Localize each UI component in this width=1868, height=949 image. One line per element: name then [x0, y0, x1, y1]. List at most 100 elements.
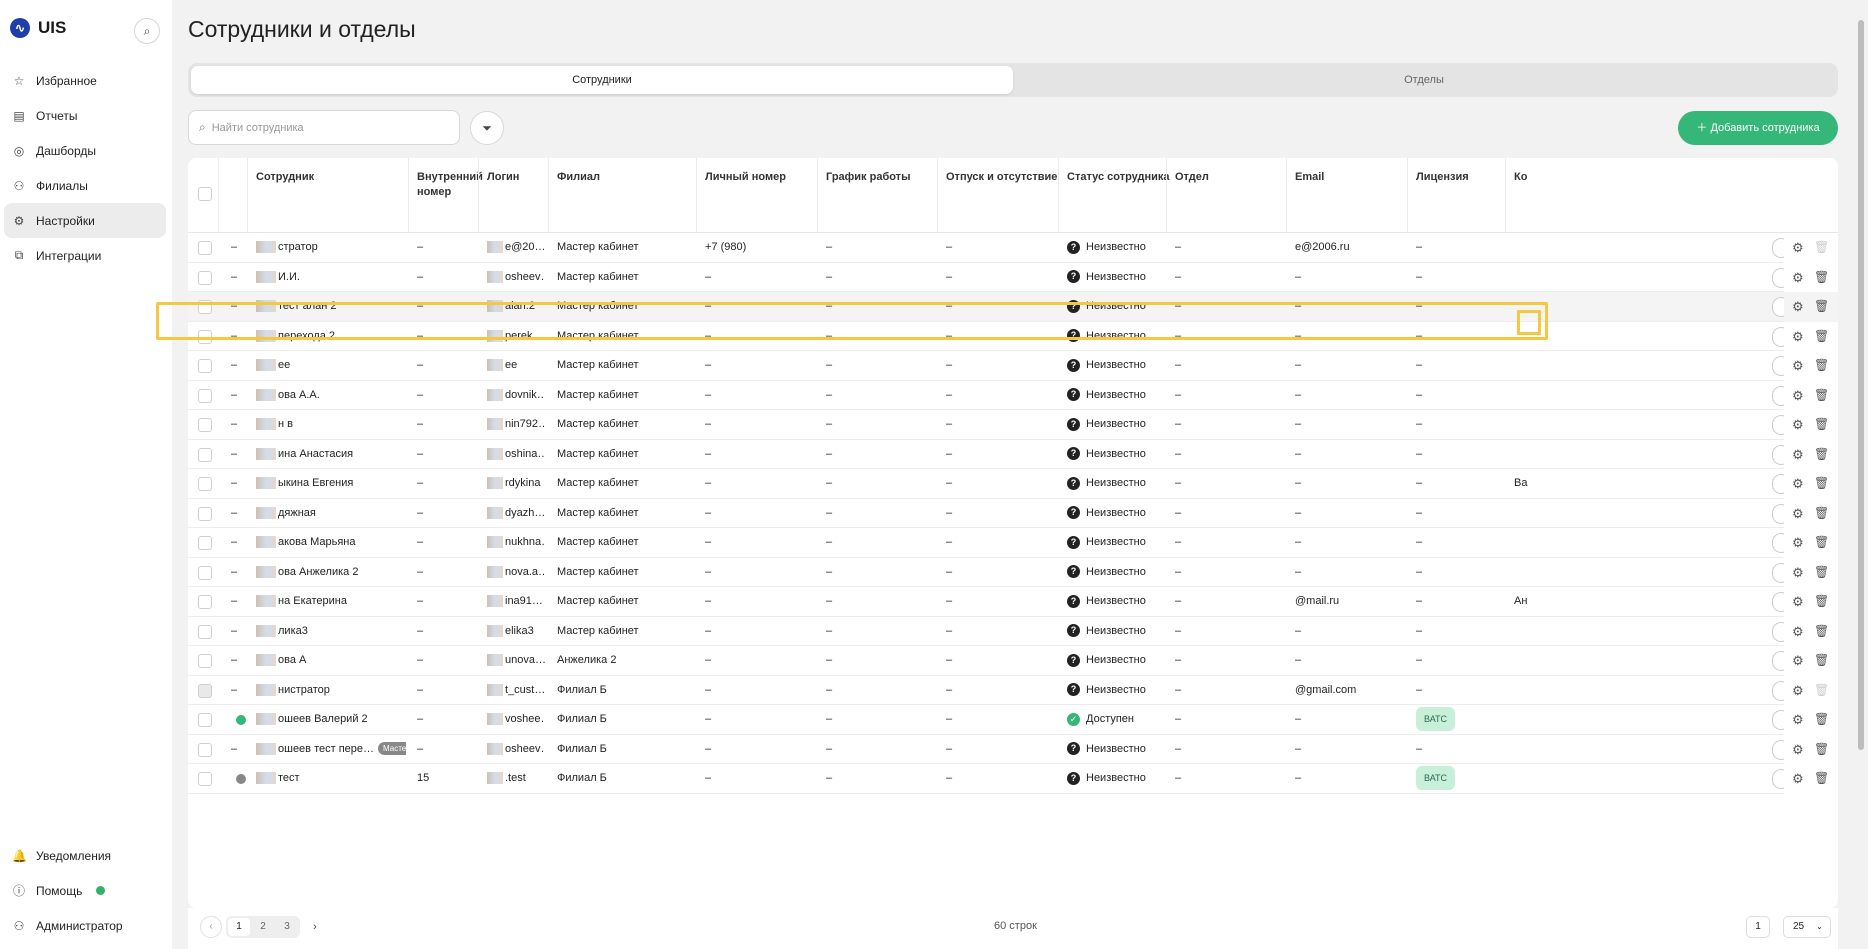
sidebar-item-5[interactable]: ⧉ Интеграции — [4, 238, 166, 273]
gear-icon[interactable]: ⚙ — [1792, 233, 1804, 263]
row-checkbox[interactable] — [198, 654, 212, 668]
trash-icon[interactable]: 🗑 — [1814, 351, 1829, 381]
trash-icon[interactable]: 🗑 — [1814, 469, 1829, 499]
gear-icon[interactable]: ⚙ — [1792, 764, 1804, 794]
col-schedule[interactable]: График работы — [826, 170, 910, 185]
sidebar-item-2[interactable]: ◎ Дашборды — [4, 133, 166, 168]
trash-icon[interactable]: 🗑 — [1814, 646, 1829, 676]
row-checkbox[interactable] — [198, 506, 212, 521]
gear-icon[interactable]: ⚙ — [1792, 381, 1804, 411]
select-all-checkbox[interactable] — [198, 187, 212, 201]
tab-departments[interactable]: Отделы — [1013, 66, 1835, 94]
trash-icon[interactable]: 🗑 — [1814, 440, 1829, 470]
sidebar-item-0[interactable]: ☆ Избранное — [4, 63, 166, 98]
row-checkbox[interactable] — [198, 270, 212, 285]
table-row[interactable]: – перехода 2 – perek… Мастер кабинет – – –? Неиз… — [188, 321, 1838, 352]
trash-icon[interactable]: 🗑 — [1814, 587, 1829, 617]
table-row[interactable]: – тест алан 2 – alan.2 Мастер кабинет – – –? Неи… — [188, 292, 1838, 322]
trash-icon[interactable]: 🗑 — [1814, 263, 1829, 293]
trash-icon[interactable]: 🗑 — [1814, 381, 1829, 411]
col-login[interactable]: Логин — [487, 170, 519, 185]
col-employee[interactable]: Сотрудник — [256, 170, 314, 185]
page-input[interactable]: 1 — [1746, 916, 1770, 938]
row-checkbox[interactable] — [198, 447, 212, 462]
sidebar-item-1[interactable]: ⓘ Помощь — [4, 873, 166, 908]
next-page-button[interactable]: › — [304, 921, 326, 933]
col-branch[interactable]: Филиал — [557, 170, 600, 185]
col-email[interactable]: Email — [1295, 170, 1324, 185]
col-license[interactable]: Лицензия — [1416, 170, 1469, 185]
table-row[interactable]: – лика3 – elika3 Мастер кабинет – – –? Неизвестн… — [188, 616, 1838, 647]
table-row[interactable]: – ова А.А. – dovnik… Мастер кабинет – – –? Неизв… — [188, 380, 1838, 411]
row-checkbox[interactable] — [198, 300, 212, 314]
row-checkbox[interactable] — [198, 683, 212, 698]
page-2[interactable]: 2 — [252, 918, 274, 936]
gear-icon[interactable]: ⚙ — [1792, 469, 1804, 499]
col-dept[interactable]: Отдел — [1175, 170, 1209, 185]
gear-icon[interactable]: ⚙ — [1792, 705, 1804, 735]
row-checkbox[interactable] — [198, 772, 212, 786]
row-checkbox[interactable] — [198, 388, 212, 403]
trash-icon[interactable]: 🗑 — [1814, 617, 1829, 647]
table-row[interactable]: – ина Анастасия – oshina… Мастер кабинет – – –?… — [188, 439, 1838, 470]
trash-icon[interactable]: 🗑 — [1814, 528, 1829, 558]
row-checkbox[interactable] — [198, 329, 212, 344]
gear-icon[interactable]: ⚙ — [1792, 735, 1804, 765]
prev-page-button[interactable]: ‹ — [200, 916, 222, 938]
table-row[interactable]: – ыкина Евгения – rdykina Мастер кабинет – – –?… — [188, 469, 1838, 499]
row-checkbox[interactable] — [198, 418, 212, 432]
gear-icon[interactable]: ⚙ — [1792, 292, 1804, 322]
trash-icon[interactable]: 🗑 — [1814, 735, 1829, 765]
filter-button[interactable]: ⏷ — [470, 111, 504, 145]
gear-icon[interactable]: ⚙ — [1792, 322, 1804, 352]
search-input[interactable] — [211, 121, 432, 134]
gear-icon[interactable]: ⚙ — [1792, 499, 1804, 529]
table-row[interactable]: –ошеев тест пере…Мастер–osheev…Филиал Б–… — [188, 734, 1838, 765]
page-1[interactable]: 1 — [228, 918, 250, 936]
gear-icon[interactable]: ⚙ — [1792, 617, 1804, 647]
table-row[interactable]: – ова А – unova… Анжелика 2 – – –? Неизвестно – – –… — [188, 646, 1838, 676]
trash-icon[interactable]: 🗑 — [1814, 410, 1829, 440]
row-checkbox[interactable] — [198, 359, 212, 373]
gear-icon[interactable]: ⚙ — [1792, 676, 1804, 706]
row-checkbox[interactable] — [198, 565, 212, 580]
gear-icon[interactable]: ⚙ — [1792, 440, 1804, 470]
col-ko[interactable]: Ко — [1514, 170, 1527, 185]
trash-icon[interactable]: 🗑 — [1814, 292, 1829, 322]
table-row[interactable]: – нистратор – t_cust… Филиал Б – – –? Неизвестно… — [188, 675, 1838, 706]
col-vacation[interactable]: Отпуск и отсутствие — [946, 170, 1057, 185]
row-checkbox[interactable] — [198, 477, 212, 491]
gear-icon[interactable]: ⚙ — [1792, 351, 1804, 381]
trash-icon[interactable]: 🗑 — [1814, 499, 1829, 529]
app-logo[interactable]: ∿ UIS — [10, 18, 66, 38]
gear-icon[interactable]: ⚙ — [1792, 528, 1804, 558]
sidebar-item-0[interactable]: 🔔 Уведомления — [4, 838, 166, 873]
tab-employees[interactable]: Сотрудники — [191, 66, 1013, 94]
table-row[interactable]: – н в – nin792… Мастер кабинет – – –? Неизвестно… — [188, 410, 1838, 440]
table-row[interactable]: – акова Марьяна – nukhna… Мастер кабинет – – –?… — [188, 528, 1838, 558]
table-row[interactable]: – ова Анжелика 2 – nova.a… Мастер кабинет – – –… — [188, 557, 1838, 588]
row-checkbox[interactable] — [198, 713, 212, 727]
row-checkbox[interactable] — [198, 595, 212, 609]
table-row[interactable]: – стратор – e@20… Мастер кабинет +7 (980) – –? Н… — [188, 233, 1838, 263]
search-field[interactable]: ⌕ — [188, 110, 460, 145]
gear-icon[interactable]: ⚙ — [1792, 558, 1804, 588]
add-employee-button[interactable]: ＋ Добавить сотрудника — [1678, 111, 1838, 145]
trash-icon[interactable]: 🗑 — [1814, 322, 1829, 352]
table-row[interactable]: – ee – ee Мастер кабинет – – –? Неизвестно – – – ⚙ 🗑 — [188, 351, 1838, 381]
trash-icon[interactable]: 🗑 — [1814, 764, 1829, 794]
table-row[interactable]: – дяжная – dyazh… Мастер кабинет – – –? Неизвест… — [188, 498, 1838, 529]
page-scrollbar[interactable] — [1858, 20, 1864, 750]
table-row[interactable]: ошеев Валерий 2 – vosheе… Филиал Б – – – ✓ Досту… — [188, 705, 1838, 735]
sidebar-search-button[interactable]: ⌕ — [134, 18, 160, 44]
table-row[interactable]: – И.И. – osheev… Мастер кабинет – – –? Неизвестн… — [188, 262, 1838, 293]
sidebar-item-1[interactable]: ▤ Отчеты — [4, 98, 166, 133]
row-checkbox[interactable] — [198, 624, 212, 639]
col-phone[interactable]: Личный номер — [705, 170, 786, 185]
row-checkbox[interactable] — [198, 742, 212, 757]
trash-icon[interactable]: 🗑 — [1814, 558, 1829, 588]
table-row[interactable]: тест 15 .test Филиал Б – – –? Неизвестно – – ВАТС ⚙… — [188, 764, 1838, 794]
gear-icon[interactable]: ⚙ — [1792, 410, 1804, 440]
gear-icon[interactable]: ⚙ — [1792, 646, 1804, 676]
page-3[interactable]: 3 — [276, 918, 298, 936]
